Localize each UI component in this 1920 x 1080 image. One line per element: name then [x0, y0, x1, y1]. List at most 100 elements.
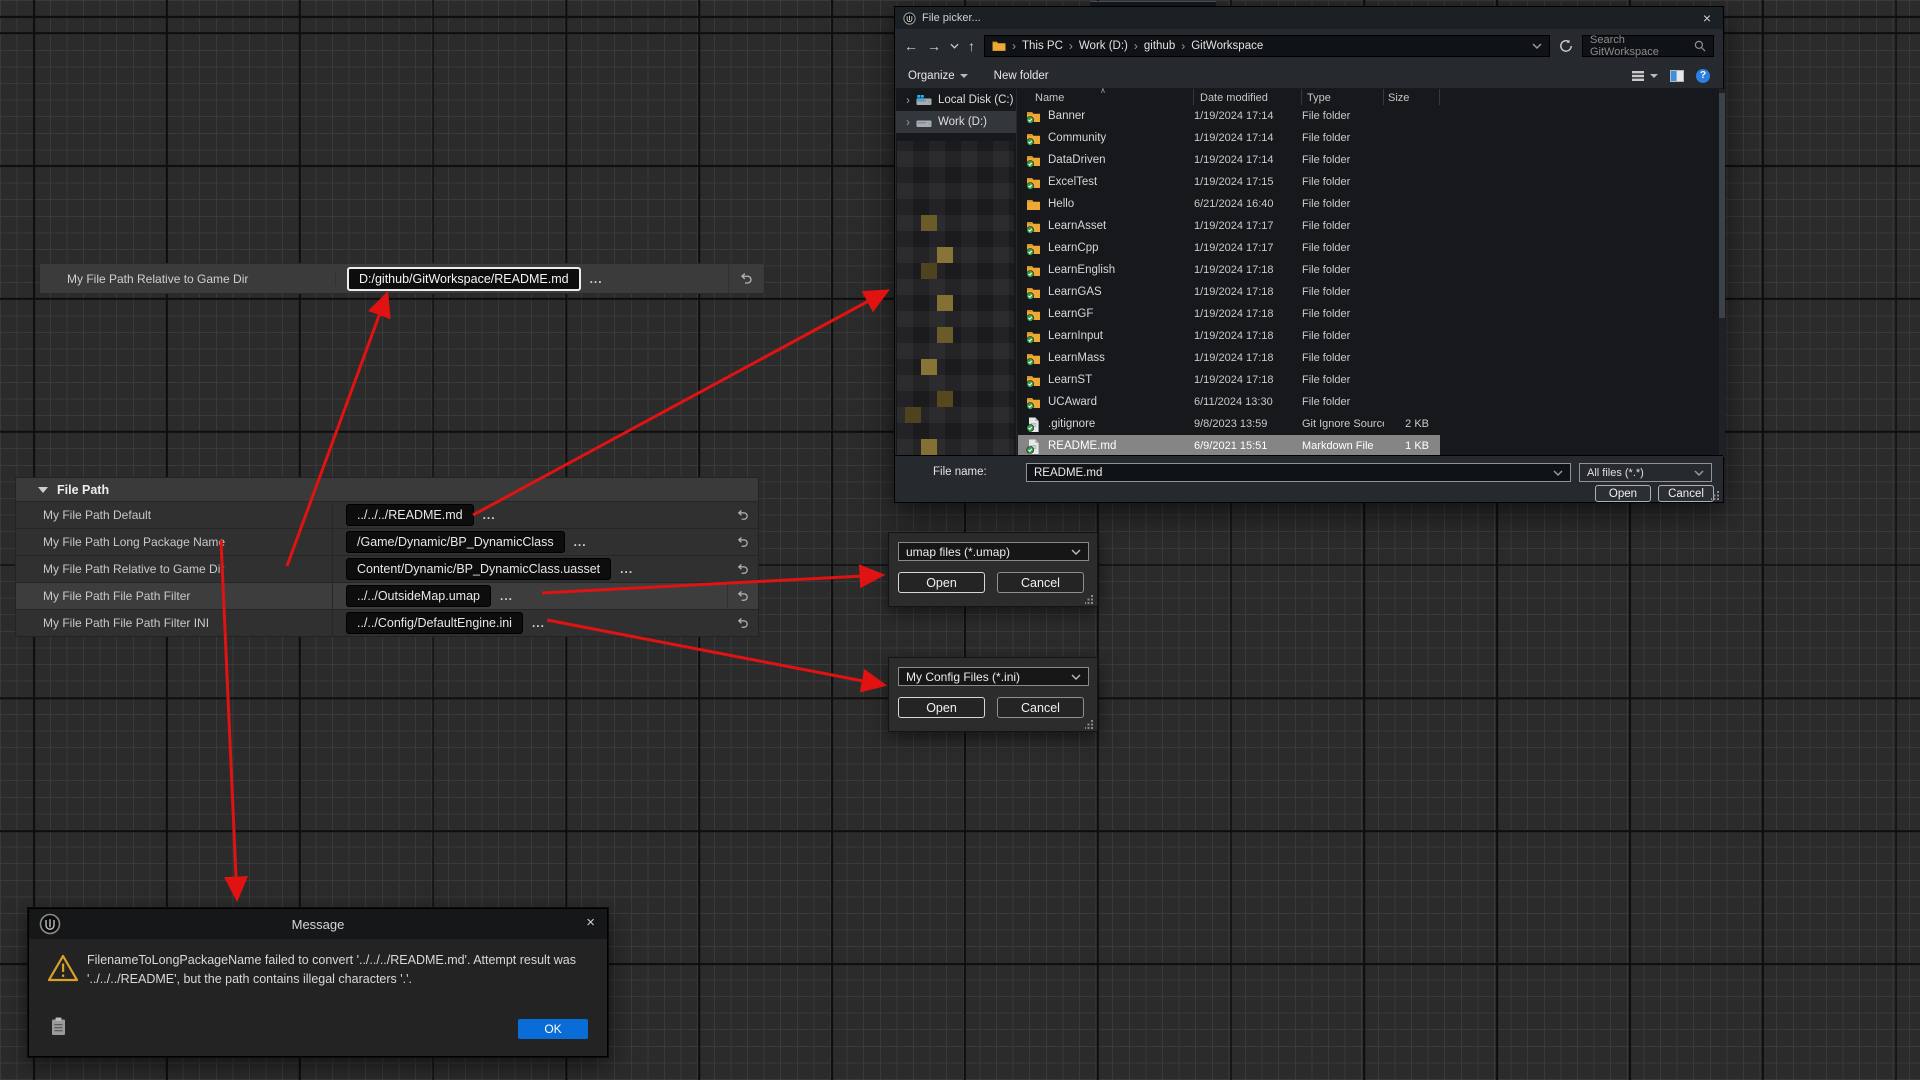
message-dialog-titlebar[interactable]: Message ×: [29, 909, 607, 939]
file-name: LearnGF: [1048, 308, 1194, 320]
column-header-name[interactable]: Name ∧: [1018, 89, 1194, 105]
file-row[interactable]: LearnGF 1/19/2024 17:18 File folder: [1018, 303, 1440, 325]
message-dialog: Message × FilenameToLongPackageName fail…: [28, 908, 608, 1057]
browse-ellipsis-button[interactable]: ...: [532, 616, 545, 630]
help-icon[interactable]: ?: [1696, 69, 1710, 83]
file-type-filter-dropdown[interactable]: umap files (*.umap): [898, 542, 1089, 561]
property-row[interactable]: My File Path Default ../../../README.md …: [16, 501, 758, 528]
sidebar-item[interactable]: › Work (D:): [896, 111, 1016, 133]
reset-to-default-button[interactable]: [727, 502, 758, 528]
file-row[interactable]: LearnGAS 1/19/2024 17:18 File folder: [1018, 281, 1440, 303]
file-row[interactable]: LearnAsset 1/19/2024 17:17 File folder: [1018, 215, 1440, 237]
file-row[interactable]: .gitignore 9/8/2023 13:59 Git Ignore Sou…: [1018, 413, 1440, 435]
file-row[interactable]: Community 1/19/2024 17:14 File folder: [1018, 127, 1440, 149]
breadcrumb-item[interactable]: This PC: [1022, 40, 1063, 52]
file-row[interactable]: ExcelTest 1/19/2024 17:15 File folder: [1018, 171, 1440, 193]
browse-ellipsis-button[interactable]: ...: [483, 508, 496, 522]
file-row[interactable]: Hello 6/21/2024 16:40 File folder: [1018, 193, 1440, 215]
open-button[interactable]: Open: [898, 697, 985, 718]
cancel-button[interactable]: Cancel: [997, 697, 1084, 718]
reset-to-default-button[interactable]: [727, 583, 758, 609]
resize-grip[interactable]: [1711, 491, 1720, 500]
browse-ellipsis-button[interactable]: ...: [500, 589, 513, 603]
file-type-icon: [1026, 109, 1041, 124]
search-placeholder: Search GitWorkspace: [1590, 34, 1694, 58]
browse-ellipsis-button[interactable]: ...: [590, 272, 603, 286]
resize-grip[interactable]: [1085, 595, 1094, 604]
recent-locations-chevron-icon[interactable]: [950, 43, 959, 49]
cancel-button[interactable]: Cancel: [1658, 485, 1714, 502]
file-picker-dialog: File picker... × ← → ↑ ›This PC›Work (D:…: [894, 6, 1724, 503]
file-row[interactable]: DataDriven 1/19/2024 17:14 File folder: [1018, 149, 1440, 171]
file-type-icon: [1026, 197, 1041, 212]
property-value-field[interactable]: ../../Config/DefaultEngine.ini: [346, 612, 523, 634]
file-type-filter-dropdown[interactable]: All files (*.*): [1579, 463, 1712, 482]
close-icon[interactable]: ×: [586, 915, 595, 930]
new-folder-button[interactable]: New folder: [994, 70, 1049, 82]
expander-chevron-icon[interactable]: ›: [906, 93, 910, 107]
unreal-graph-canvas[interactable]: My File Path Relative to Game Dir D:/git…: [0, 0, 1920, 1080]
property-value-field[interactable]: Content/Dynamic/BP_DynamicClass.uasset: [346, 558, 611, 580]
scrollbar-thumb[interactable]: [1719, 93, 1725, 318]
file-row[interactable]: LearnMass 1/19/2024 17:18 File folder: [1018, 347, 1440, 369]
preview-pane-icon[interactable]: [1670, 70, 1684, 82]
address-dropdown-chevron-icon[interactable]: [1532, 43, 1542, 49]
refresh-icon[interactable]: [1559, 39, 1573, 53]
path-value-field[interactable]: D:/github/GitWorkspace/README.md: [347, 267, 581, 291]
file-row[interactable]: Banner 1/19/2024 17:14 File folder: [1018, 105, 1440, 127]
file-name-input[interactable]: README.md: [1026, 463, 1571, 482]
breadcrumb[interactable]: ›This PC›Work (D:)›github›GitWorkspace: [984, 35, 1550, 57]
open-button[interactable]: Open: [898, 572, 985, 593]
property-row[interactable]: My File Path File Path Filter ../../Outs…: [16, 582, 758, 609]
file-row[interactable]: LearnST 1/19/2024 17:18 File folder: [1018, 369, 1440, 391]
sidebar-item[interactable]: › Local Disk (C:): [896, 89, 1016, 111]
breadcrumb-item[interactable]: GitWorkspace: [1191, 40, 1263, 52]
column-header-date-modified[interactable]: Date modified: [1194, 89, 1302, 105]
cancel-button[interactable]: Cancel: [997, 572, 1084, 593]
column-header-type[interactable]: Type: [1302, 89, 1384, 105]
expander-chevron-icon[interactable]: ›: [906, 115, 910, 129]
reset-to-default-button[interactable]: [727, 610, 758, 636]
property-row[interactable]: My File Path Relative to Game Dir Conten…: [16, 555, 758, 582]
close-icon[interactable]: ×: [1703, 11, 1711, 25]
browse-ellipsis-button[interactable]: ...: [574, 535, 587, 549]
file-type: Markdown File: [1302, 440, 1384, 452]
up-icon[interactable]: ↑: [968, 39, 975, 53]
search-input[interactable]: Search GitWorkspace: [1582, 35, 1714, 57]
file-type: File folder: [1302, 176, 1384, 188]
reset-to-default-button[interactable]: [727, 556, 758, 582]
property-value-field[interactable]: ../../../README.md: [346, 504, 474, 526]
reset-to-default-button[interactable]: [727, 529, 758, 555]
organize-menu-button[interactable]: Organize: [908, 70, 968, 82]
forward-icon[interactable]: →: [927, 39, 941, 53]
file-path-section: File Path My File Path Default ../../../…: [15, 477, 759, 637]
file-row[interactable]: README.md 6/9/2021 15:51 Markdown File 1…: [1018, 435, 1440, 457]
file-date-modified: 9/8/2023 13:59: [1194, 418, 1302, 430]
scrollbar[interactable]: [1719, 89, 1725, 457]
browse-ellipsis-button[interactable]: ...: [620, 562, 633, 576]
ok-button[interactable]: OK: [518, 1019, 588, 1039]
file-path-section-header[interactable]: File Path: [16, 478, 758, 501]
file-row[interactable]: UCAward 6/11/2024 13:30 File folder: [1018, 391, 1440, 413]
breadcrumb-item[interactable]: github: [1144, 40, 1175, 52]
property-row[interactable]: My File Path Long Package Name /Game/Dyn…: [16, 528, 758, 555]
breadcrumb-item[interactable]: Work (D:): [1079, 40, 1128, 52]
file-type: File folder: [1302, 396, 1384, 408]
property-value-field[interactable]: ../../OutsideMap.umap: [346, 585, 491, 607]
property-value-field[interactable]: /Game/Dynamic/BP_DynamicClass: [346, 531, 565, 553]
file-row[interactable]: LearnInput 1/19/2024 17:18 File folder: [1018, 325, 1440, 347]
back-icon[interactable]: ←: [904, 39, 918, 53]
property-row[interactable]: My File Path File Path Filter INI ../../…: [16, 609, 758, 636]
file-row[interactable]: LearnEnglish 1/19/2024 17:18 File folder: [1018, 259, 1440, 281]
picker-titlebar[interactable]: File picker... ×: [895, 7, 1723, 29]
file-type-filter-dropdown[interactable]: My Config Files (*.ini): [898, 667, 1089, 686]
column-header-size[interactable]: Size: [1384, 89, 1440, 105]
file-row[interactable]: LearnCpp 1/19/2024 17:17 File folder: [1018, 237, 1440, 259]
reset-to-default-button[interactable]: [728, 264, 764, 293]
resize-grip[interactable]: [1085, 720, 1094, 729]
open-button[interactable]: Open: [1595, 485, 1651, 502]
copy-to-clipboard-icon[interactable]: [51, 1017, 66, 1036]
file-type-icon: [1026, 417, 1041, 432]
undo-icon: [736, 562, 750, 576]
view-mode-button[interactable]: [1631, 70, 1658, 82]
